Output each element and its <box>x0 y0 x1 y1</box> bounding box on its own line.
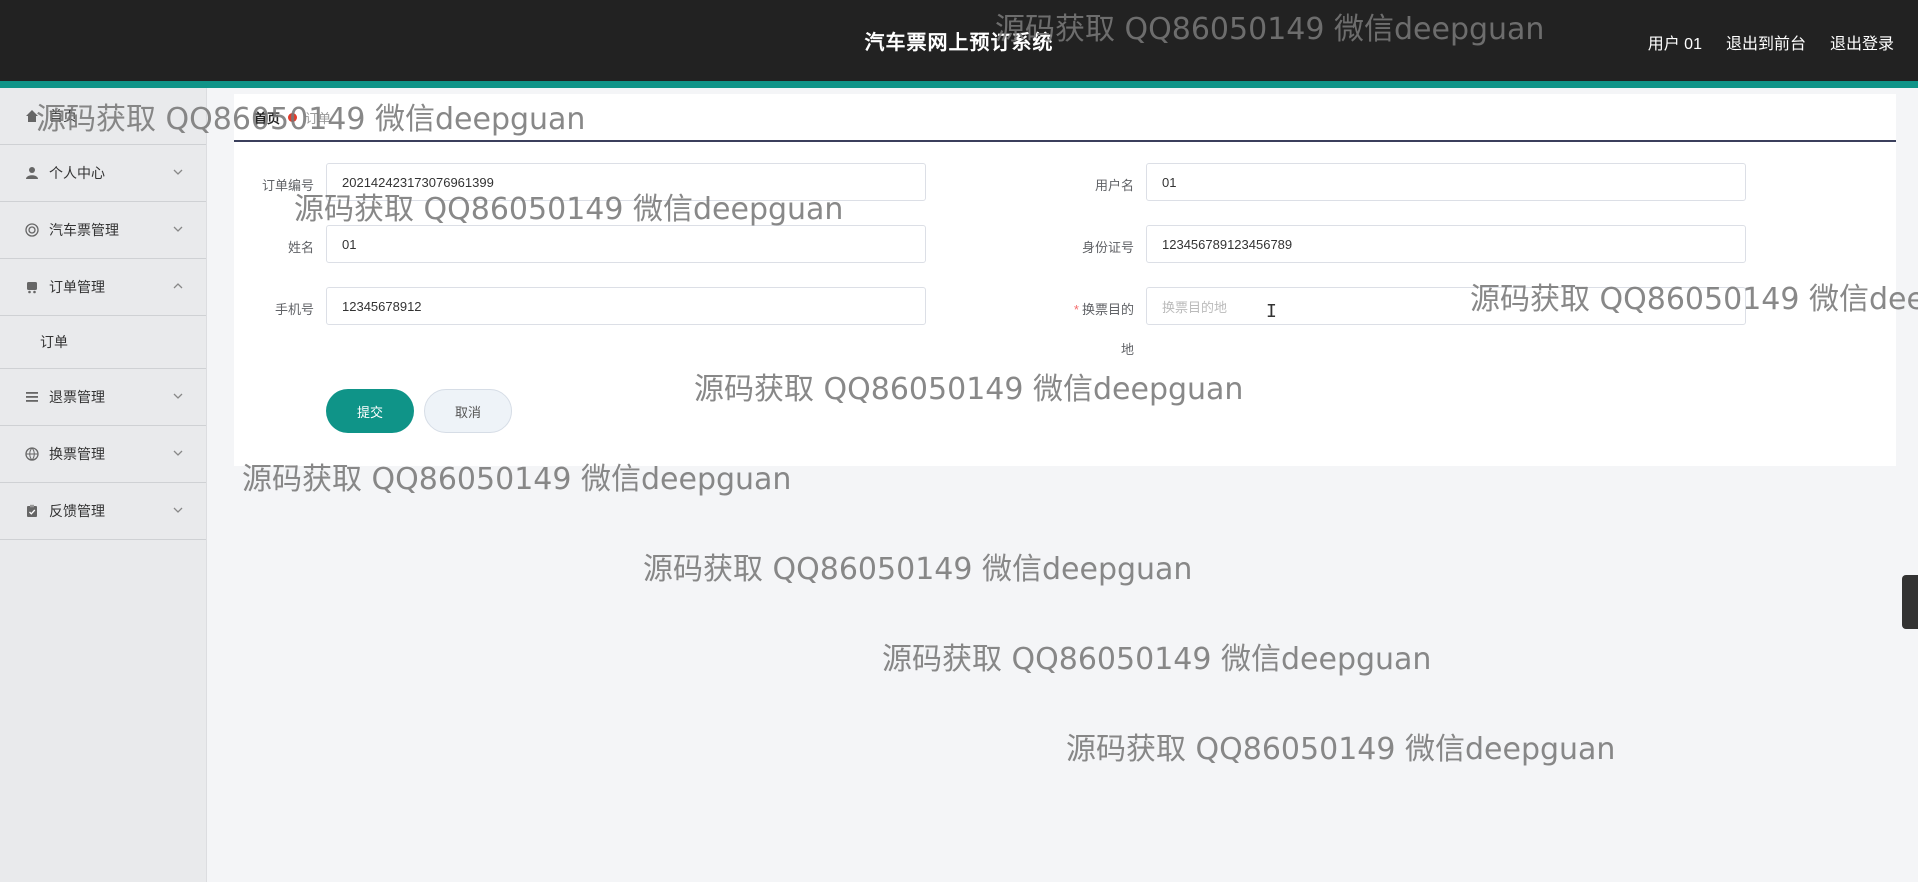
name-input[interactable]: 01 <box>326 225 926 263</box>
sidebar-item-label: 订单管理 <box>49 279 105 295</box>
text-cursor-icon: I <box>1266 301 1277 322</box>
chevron-down-icon <box>173 507 183 513</box>
current-user-link[interactable]: 用户 01 <box>1648 30 1702 54</box>
header-links: 用户 01 退出到前台 退出登录 <box>1648 30 1894 54</box>
order-no-label: 订单编号 <box>261 178 314 193</box>
submit-button[interactable]: 提交 <box>326 389 414 433</box>
breadcrumb-separator-icon <box>288 113 298 122</box>
top-header: 汽车票网上预订系统 用户 01 退出到前台 退出登录 <box>0 0 1918 81</box>
order-no-input[interactable]: 202142423173076961399 <box>326 163 926 201</box>
watermark: 源码获取 QQ86050149 微信deepguan <box>1066 732 1616 767</box>
sidebar-item-label: 首页 <box>49 108 77 124</box>
form-panel: 首页 订单 订单编号 202142423173076961399 用户名 01 … <box>234 94 1896 466</box>
cancel-button[interactable]: 取消 <box>424 389 512 433</box>
sidebar-subitem-orders[interactable]: 订单 <box>0 316 206 369</box>
username-label: 用户名 <box>1094 178 1134 193</box>
sidebar-item-refund-management[interactable]: 退票管理 <box>0 369 206 426</box>
sidebar-item-ticket-management[interactable]: 汽车票管理 <box>0 202 206 259</box>
chevron-up-icon <box>173 283 183 289</box>
logout-link[interactable]: 退出登录 <box>1830 30 1894 54</box>
phone-input[interactable]: 12345678912 <box>326 287 926 325</box>
breadcrumb: 首页 订单 <box>254 108 331 127</box>
destination-input[interactable]: 换票目的地 <box>1146 287 1746 325</box>
destination-label-text: 换票目的 <box>1081 302 1134 317</box>
chevron-down-icon <box>173 393 183 399</box>
sidebar-item-order-management[interactable]: 订单管理 <box>0 259 206 316</box>
clipboard-icon <box>24 503 40 519</box>
sidebar-item-label: 换票管理 <box>49 446 105 462</box>
username-input[interactable]: 01 <box>1146 163 1746 201</box>
back-to-frontend-link[interactable]: 退出到前台 <box>1726 30 1806 54</box>
globe-icon <box>24 446 40 462</box>
breadcrumb-current: 订单 <box>305 111 332 126</box>
id-number-input[interactable]: 123456789123456789 <box>1146 225 1746 263</box>
list-icon <box>24 389 40 405</box>
home-icon <box>24 108 40 124</box>
sidebar: 首页 个人中心 汽车票管理 订单管理 订单 退票管理 换票管理 反馈管理 <box>0 88 207 882</box>
target-icon <box>24 222 40 238</box>
sidebar-item-profile[interactable]: 个人中心 <box>0 145 206 202</box>
chevron-down-icon <box>173 226 183 232</box>
id-number-label: 身份证号 <box>1081 240 1134 255</box>
user-icon <box>24 165 40 181</box>
breadcrumb-home[interactable]: 首页 <box>254 108 280 127</box>
destination-label: * 换票目的 <box>1054 299 1134 318</box>
chevron-down-icon <box>173 169 183 175</box>
sidebar-item-home[interactable]: 首页 <box>0 88 206 145</box>
watermark: 源码获取 QQ86050149 微信deepguan <box>882 642 1432 677</box>
side-scroll-widget[interactable] <box>1902 575 1918 629</box>
system-title: 汽车票网上预订系统 <box>864 32 1054 54</box>
sidebar-item-label: 退票管理 <box>49 389 105 405</box>
bus-icon <box>24 279 40 295</box>
required-asterisk: * <box>1073 302 1079 317</box>
sidebar-item-label: 反馈管理 <box>49 503 105 519</box>
sidebar-item-exchange-management[interactable]: 换票管理 <box>0 426 206 483</box>
accent-bar <box>0 81 1918 88</box>
phone-label: 手机号 <box>274 302 314 317</box>
destination-label-wrap: 地 <box>1120 342 1134 357</box>
sidebar-item-label: 汽车票管理 <box>49 222 119 238</box>
sidebar-item-feedback-management[interactable]: 反馈管理 <box>0 483 206 540</box>
name-label: 姓名 <box>287 240 314 255</box>
sidebar-item-label: 个人中心 <box>49 165 105 181</box>
chevron-down-icon <box>173 450 183 456</box>
watermark: 源码获取 QQ86050149 微信deepguan <box>643 552 1193 587</box>
breadcrumb-divider <box>234 140 1896 142</box>
